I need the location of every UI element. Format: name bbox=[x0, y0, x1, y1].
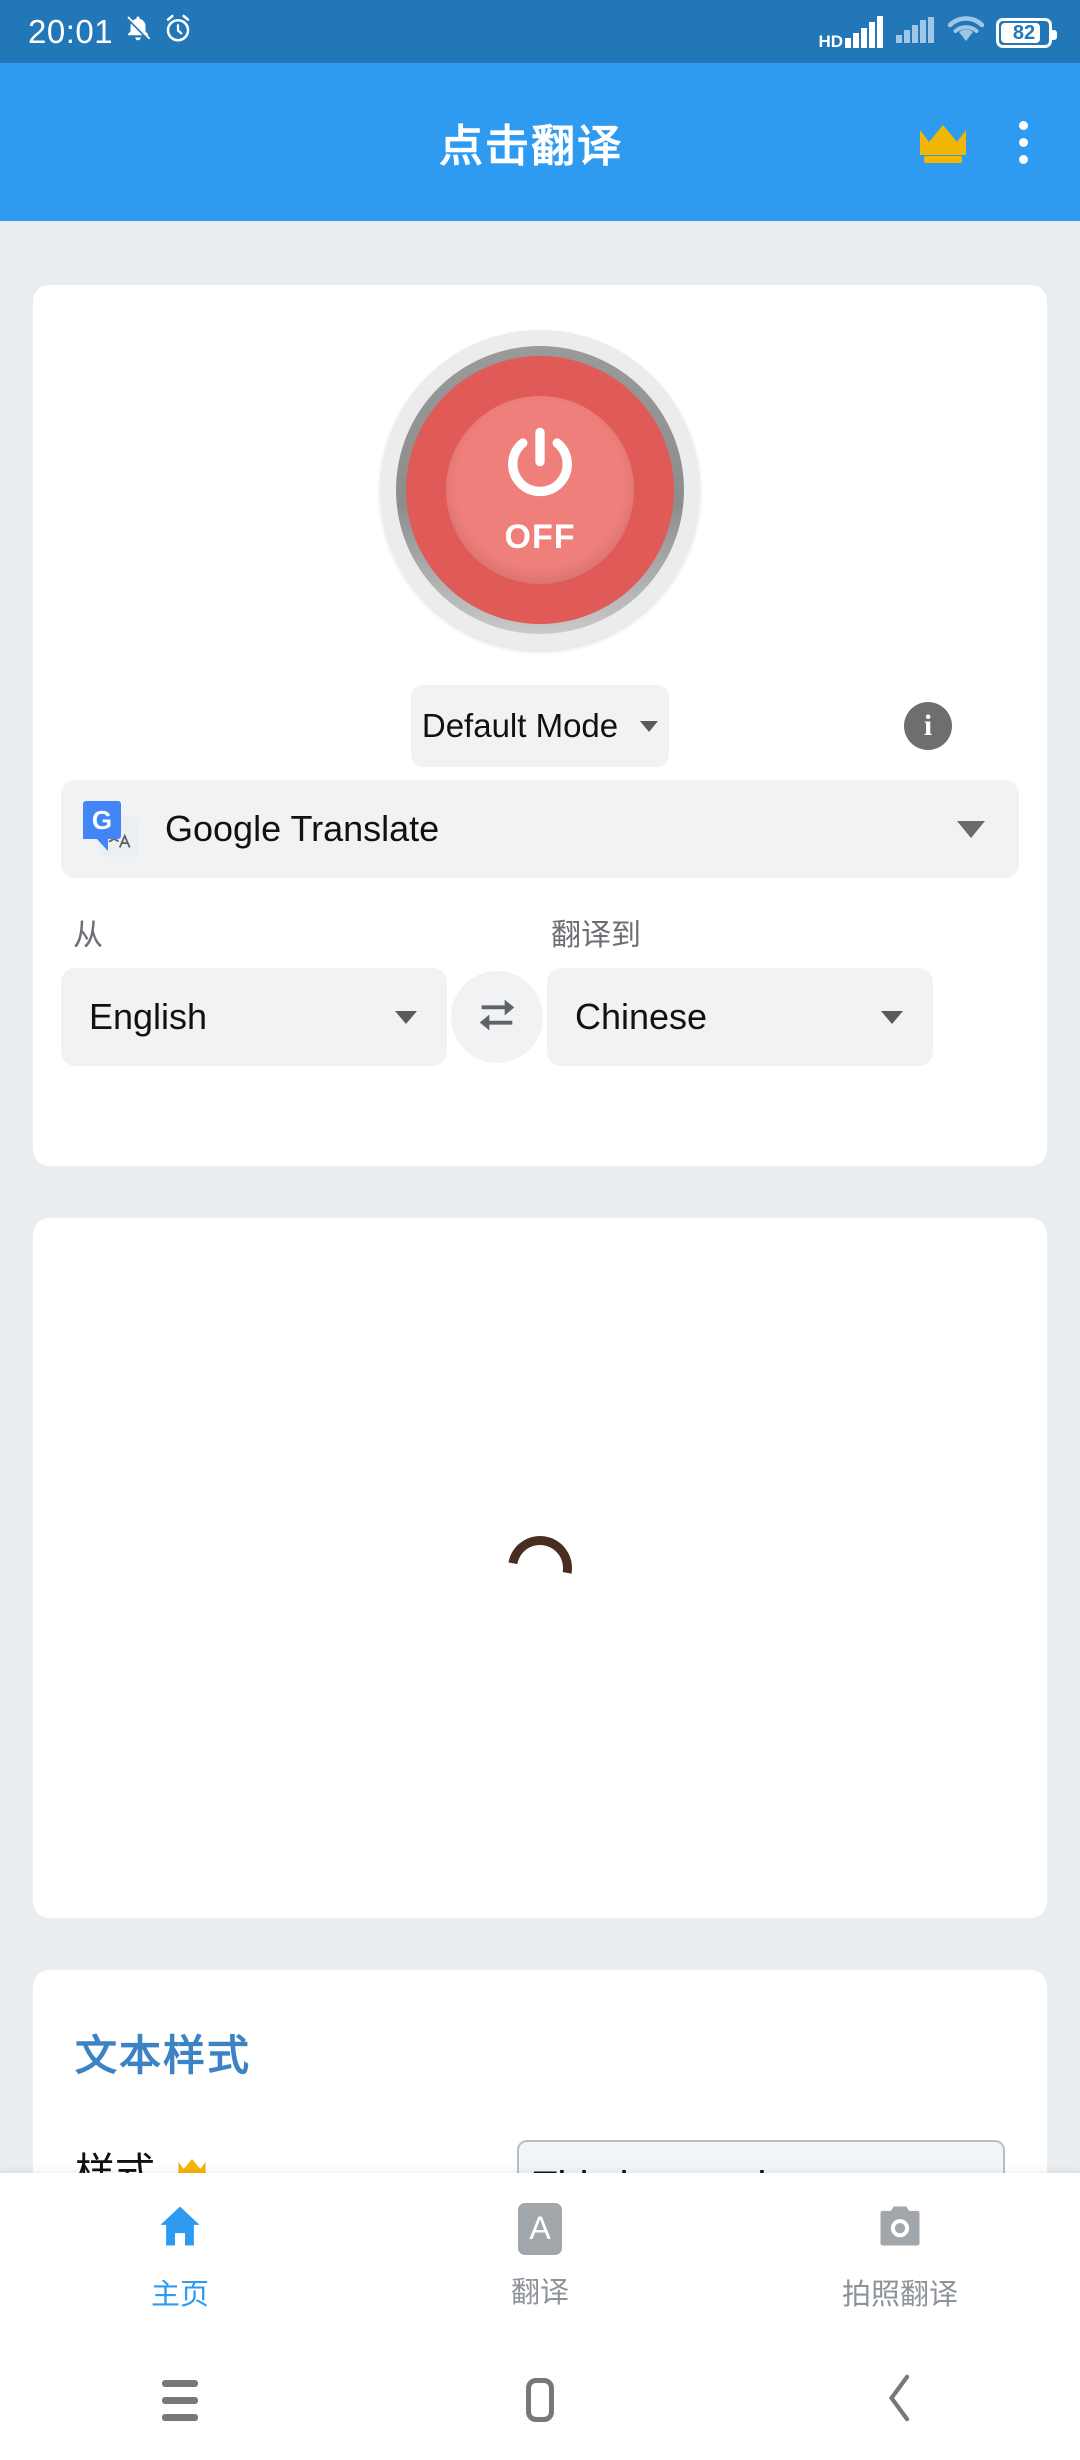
nav-label-camera-translate: 拍照翻译 bbox=[841, 2279, 958, 2311]
battery-icon: 82 bbox=[996, 18, 1057, 48]
recents-button[interactable] bbox=[0, 2379, 360, 2421]
google-g-letter: G bbox=[83, 801, 121, 851]
power-icon bbox=[497, 423, 583, 514]
back-button[interactable] bbox=[720, 2374, 1080, 2427]
letter-a-icon: A bbox=[518, 2202, 562, 2255]
signal-icon bbox=[896, 17, 936, 48]
swap-languages-button[interactable] bbox=[451, 971, 543, 1063]
to-language-select[interactable]: Chinese bbox=[547, 968, 933, 1066]
phone-screen: 20:01 HD 82 点击翻译 OFF Default Mode i G Go… bbox=[0, 0, 1080, 2460]
alarm-clock-icon bbox=[163, 14, 193, 49]
app-bar: 点击翻译 bbox=[0, 63, 1080, 221]
to-label: 翻译到 bbox=[551, 919, 641, 952]
main-settings-card: OFF Default Mode i G Google Translate 从 … bbox=[33, 285, 1047, 1166]
language-area: 从 翻译到 English Chinese bbox=[61, 910, 1019, 1066]
chevron-down-icon bbox=[957, 820, 985, 838]
overflow-menu-icon[interactable] bbox=[1000, 111, 1046, 173]
chevron-down-icon bbox=[395, 1010, 417, 1024]
nav-label-translate: 翻译 bbox=[510, 2276, 569, 2309]
bottom-navigation: 主页 A 翻译 拍照翻译 bbox=[0, 2173, 1080, 2340]
swap-arrows-icon bbox=[474, 992, 520, 1043]
google-translate-icon: G bbox=[83, 801, 139, 857]
chevron-down-icon bbox=[640, 720, 659, 732]
nav-label-home: 主页 bbox=[150, 2279, 209, 2311]
hd-label: HD bbox=[818, 32, 843, 51]
from-label: 从 bbox=[73, 919, 103, 952]
mode-select[interactable]: Default Mode bbox=[411, 685, 669, 767]
app-bar-actions bbox=[912, 111, 1080, 173]
language-selects: English Chinese bbox=[61, 968, 1019, 1066]
back-chevron-icon bbox=[883, 2374, 917, 2427]
translate-engine-select[interactable]: G Google Translate bbox=[61, 780, 1019, 878]
from-language-select[interactable]: English bbox=[61, 968, 447, 1066]
camera-icon bbox=[874, 2200, 926, 2257]
language-labels: 从 翻译到 bbox=[61, 910, 1019, 954]
recents-icon bbox=[162, 2379, 198, 2421]
signal-hd-icon: HD bbox=[818, 16, 885, 51]
power-inner: OFF bbox=[446, 396, 634, 584]
system-home-button[interactable] bbox=[360, 2378, 720, 2422]
mode-row: Default Mode i bbox=[33, 685, 1047, 767]
page-title: 点击翻译 bbox=[439, 122, 623, 171]
crown-icon[interactable] bbox=[912, 111, 974, 173]
status-bar-left: 20:01 bbox=[28, 13, 193, 51]
info-icon[interactable]: i bbox=[904, 702, 952, 750]
power-state-label: OFF bbox=[504, 518, 576, 556]
nav-item-translate[interactable]: A 翻译 bbox=[360, 2202, 720, 2311]
power-toggle-button[interactable]: OFF bbox=[380, 330, 700, 650]
from-language-value: English bbox=[89, 996, 208, 1037]
status-bar: 20:01 HD 82 bbox=[0, 0, 1080, 63]
home-square-icon bbox=[526, 2378, 554, 2422]
system-navigation-bar bbox=[0, 2340, 1080, 2460]
nav-item-home[interactable]: 主页 bbox=[0, 2200, 360, 2313]
text-style-title: 文本样式 bbox=[75, 2032, 252, 2079]
loading-card bbox=[33, 1218, 1047, 1918]
home-icon bbox=[154, 2200, 206, 2257]
wifi-icon bbox=[947, 15, 985, 48]
nav-item-camera-translate[interactable]: 拍照翻译 bbox=[720, 2200, 1080, 2313]
to-language-value: Chinese bbox=[575, 996, 708, 1037]
status-bar-right: HD 82 bbox=[818, 15, 1057, 51]
mode-value: Default Mode bbox=[421, 707, 619, 744]
engine-name: Google Translate bbox=[165, 808, 440, 849]
bell-mute-icon bbox=[123, 14, 153, 49]
loading-spinner bbox=[495, 1523, 585, 1613]
battery-level: 82 bbox=[1012, 21, 1036, 44]
chevron-down-icon bbox=[881, 1010, 903, 1024]
status-time: 20:01 bbox=[28, 12, 114, 50]
